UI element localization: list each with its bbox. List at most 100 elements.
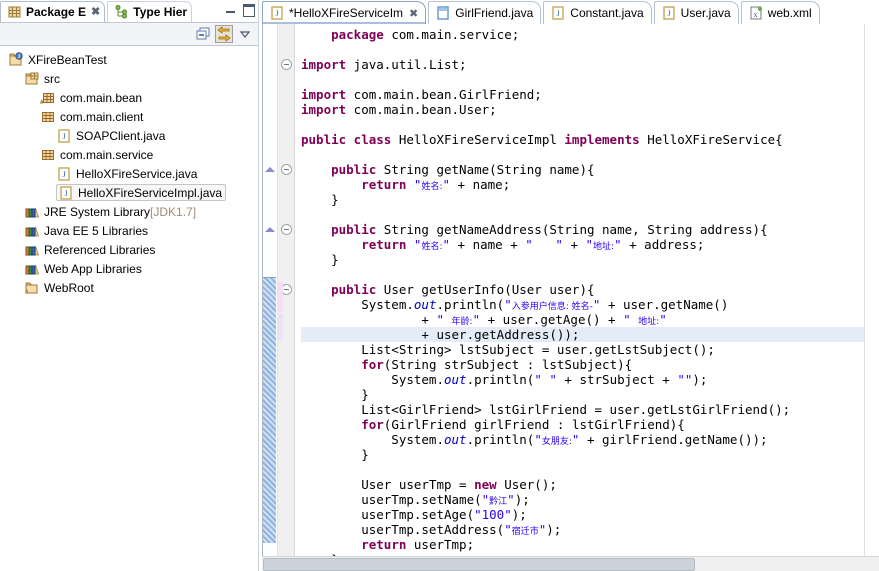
link-editor-icon[interactable] (215, 25, 233, 43)
tree-item-webroot[interactable]: WebRoot (0, 278, 258, 297)
tree-item-java-ee-5-libraries[interactable]: Java EE 5 Libraries (0, 221, 258, 240)
code-line[interactable]: } (301, 387, 864, 402)
code-line[interactable]: import com.main.bean.GirlFriend; (301, 87, 864, 102)
code-token: import (301, 57, 347, 72)
tree-item-helloxfireservice-java[interactable]: J HelloXFireService.java (0, 164, 258, 183)
code-line[interactable]: return "姓名:" + name; (301, 177, 864, 192)
code-line[interactable]: import com.main.bean.User; (301, 102, 864, 117)
source-code-text[interactable]: package com.main.service; import java.ut… (295, 24, 864, 556)
code-line[interactable]: + user.getAddress()); (301, 327, 864, 342)
project-tree[interactable]: J XFireBeanTest src com.main.bean com.main.c… (0, 46, 258, 571)
tree-item-com-main-bean[interactable]: com.main.bean (0, 88, 258, 107)
code-line[interactable]: + " 年龄:" + user.getAge() + " 地址:" (301, 312, 864, 327)
code-line[interactable]: } (301, 252, 864, 267)
tree-item-content: com.main.client (40, 109, 143, 125)
code-token: .println( (466, 432, 535, 447)
code-line[interactable]: import java.util.List; (301, 57, 864, 72)
library-icon (24, 223, 40, 239)
code-line[interactable]: System.out.println("女朋友:" + girlFriend.g… (301, 432, 864, 447)
code-line[interactable]: public User getUserInfo(User user){ (301, 282, 864, 297)
code-token: userTmp.setName( (301, 492, 482, 507)
fold-collapse-icon[interactable] (281, 224, 292, 235)
code-line[interactable]: for(GirlFriend girlFriend : lstGirlFrien… (301, 417, 864, 432)
chevron-down-icon[interactable] (236, 25, 254, 43)
tree-item-label: Referenced Libraries (44, 242, 156, 257)
code-line[interactable]: List<String> lstSubject = user.getLstSub… (301, 342, 864, 357)
close-icon[interactable]: ✖ (91, 6, 100, 18)
tree-item-label: SOAPClient.java (76, 128, 166, 143)
tree-item-src[interactable]: src (0, 69, 258, 88)
code-line[interactable]: return "姓名:" + name + " " + "地址:" + addr… (301, 237, 864, 252)
code-line[interactable]: } (301, 192, 864, 207)
close-icon[interactable]: ✖ (409, 7, 418, 20)
code-line[interactable] (301, 462, 864, 477)
tree-item-jre-system-library[interactable]: JRE System Library [JDK1.7] (0, 202, 258, 221)
editor-tab-helloxfireserviceim[interactable]: J *HelloXFireServiceIm ✖ (262, 1, 427, 24)
horizontal-scrollbar[interactable] (262, 556, 879, 571)
horizontal-scrollbar-thumb[interactable] (263, 558, 695, 571)
code-line[interactable]: public String getName(String name){ (301, 162, 864, 177)
tree-item-soapclient-java[interactable]: J SOAPClient.java (0, 126, 258, 145)
code-line[interactable]: return userTmp; (301, 537, 864, 552)
code-line[interactable]: User userTmp = new User(); (301, 477, 864, 492)
override-indicator-icon (265, 227, 275, 232)
code-line[interactable]: System.out.println(" " + strSubject + ""… (301, 372, 864, 387)
code-line[interactable]: } (301, 447, 864, 462)
code-line[interactable] (301, 147, 864, 162)
collapse-all-icon[interactable] (194, 25, 212, 43)
code-line[interactable]: userTmp.setAge("100"); (301, 507, 864, 522)
tab-type-hierarchy[interactable]: Type Hier (107, 1, 193, 22)
code-token: HelloXFireServiceImpl (391, 132, 565, 147)
editor-tab-girlfriend-java[interactable]: GirlFriend.java (428, 1, 542, 24)
code-token: System. (301, 432, 444, 447)
maximize-button[interactable] (242, 3, 255, 17)
editor-tab-label: web.xml (767, 6, 812, 20)
vertical-scrollbar-thumb[interactable] (263, 277, 276, 543)
tree-item-web-app-libraries[interactable]: Web App Libraries (0, 259, 258, 278)
code-line[interactable] (301, 72, 864, 87)
code-line[interactable]: userTmp.setName("黔江"); (301, 492, 864, 507)
annotation-ruler[interactable] (263, 24, 278, 556)
editor-tab-constant-java[interactable]: J Constant.java (543, 1, 652, 24)
folding-ruler[interactable] (278, 24, 295, 556)
editor-tab-web-xml[interactable]: x web.xml (740, 1, 820, 24)
java-project-icon: J (8, 51, 24, 68)
code-line[interactable]: System.out.println("入参用户信息: 姓名-" + user.… (301, 297, 864, 312)
fold-collapse-icon[interactable] (281, 164, 292, 175)
code-line[interactable] (301, 42, 864, 57)
xml-file-icon: x (748, 5, 764, 21)
tree-item-xfirebeantest[interactable]: J XFireBeanTest (0, 50, 258, 69)
tree-item-com-main-client[interactable]: com.main.client (0, 107, 258, 126)
code-line[interactable]: List<GirlFriend> lstGirlFriend = user.ge… (301, 402, 864, 417)
code-line[interactable] (301, 207, 864, 222)
minimize-button[interactable] (224, 3, 237, 16)
tree-item-helloxfireserviceimpl-java[interactable]: J HelloXFireServiceImpl.java (0, 183, 258, 202)
tree-item-com-main-service[interactable]: com.main.service (0, 145, 258, 164)
change-bar (278, 314, 283, 340)
change-bar (278, 282, 283, 312)
tree-item-referenced-libraries[interactable]: Referenced Libraries (0, 240, 258, 259)
editor-tab-user-java[interactable]: J User.java (653, 1, 739, 24)
code-token: public (331, 222, 377, 237)
svg-text:J: J (62, 170, 65, 179)
package-explorer-toolbar (0, 22, 258, 46)
code-line[interactable] (301, 267, 864, 282)
overview-ruler[interactable] (864, 24, 879, 556)
java-file-icon: J (56, 166, 72, 182)
code-line[interactable]: for(String strSubject : lstSubject){ (301, 357, 864, 372)
code-token: return (361, 177, 407, 192)
code-line[interactable]: package com.main.service; (301, 27, 864, 42)
fold-collapse-icon[interactable] (281, 59, 292, 70)
code-token: ); (511, 507, 527, 522)
code-token: String getName(String name){ (376, 162, 595, 177)
tab-package-explorer[interactable]: Package E ✖ (0, 1, 106, 22)
code-line[interactable]: public String getNameAddress(String name… (301, 222, 864, 237)
code-token: out (444, 432, 467, 447)
code-line[interactable]: public class HelloXFireServiceImpl imple… (301, 132, 864, 147)
code-line[interactable] (301, 117, 864, 132)
code-line[interactable]: userTmp.setAddress("宿迁市"); (301, 522, 864, 537)
code-token: " (614, 237, 622, 252)
